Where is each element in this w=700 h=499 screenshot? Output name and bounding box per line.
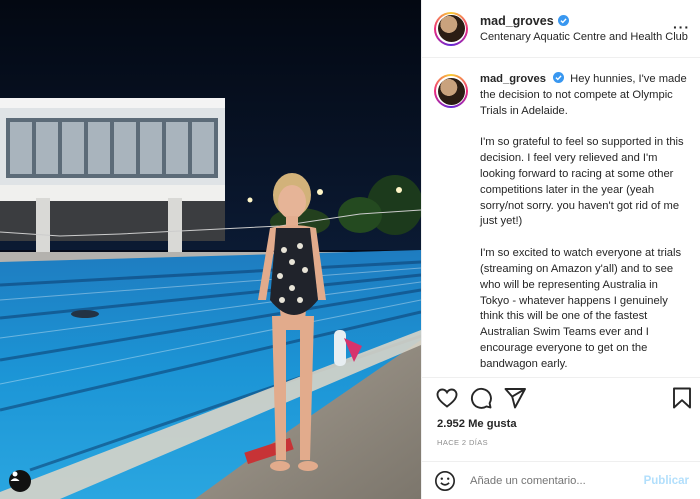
comment-icon[interactable] (469, 386, 493, 410)
action-bar (422, 386, 700, 412)
paper-plane-icon[interactable] (503, 386, 527, 410)
caption-username[interactable]: mad_groves (480, 73, 546, 85)
heart-icon[interactable] (435, 386, 459, 410)
emoji-icon[interactable] (434, 470, 456, 492)
caption-section: mad_groves Hey hunnies, I've made the de… (422, 58, 700, 378)
header-text: mad_groves Centenary Aquatic Centre and … (480, 13, 688, 45)
comment-input[interactable] (470, 474, 640, 487)
location-link[interactable]: Centenary Aquatic Centre and Health Club (480, 29, 688, 45)
caption-avatar[interactable] (434, 74, 468, 108)
avatar[interactable] (434, 11, 468, 46)
post-header: mad_groves Centenary Aquatic Centre and … (422, 0, 700, 58)
post-timestamp[interactable]: HACE 2 DÍAS (437, 438, 488, 447)
verified-badge-icon (553, 72, 565, 83)
username-text[interactable]: mad_groves (480, 13, 554, 29)
user-tag-icon[interactable] (9, 470, 31, 492)
verified-badge-icon (557, 15, 569, 26)
post-side-panel: mad_groves Centenary Aquatic Centre and … (421, 0, 700, 499)
bookmark-icon[interactable] (670, 386, 694, 410)
more-options-icon[interactable]: ··· (673, 20, 690, 34)
comment-bar: Publicar (422, 461, 700, 499)
caption-paragraph-2: I'm so grateful to feel so supported in … (480, 136, 684, 228)
pool-photo-illustration (0, 0, 421, 499)
publish-button[interactable]: Publicar (644, 475, 689, 487)
post-photo[interactable] (0, 0, 421, 499)
likes-count[interactable]: 2.952 Me gusta (437, 418, 517, 430)
caption-text: mad_groves Hey hunnies, I've made the de… (480, 72, 688, 377)
caption-paragraph-3: I'm so excited to watch everyone at tria… (480, 247, 682, 370)
username-link[interactable]: mad_groves (480, 13, 569, 29)
